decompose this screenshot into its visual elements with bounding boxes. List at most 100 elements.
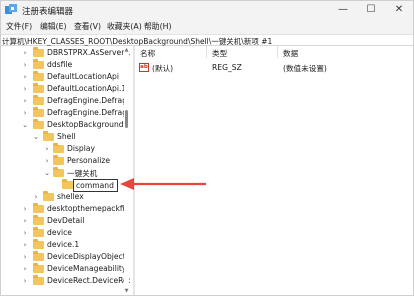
tree-item-one-click-shutdown[interactable]: ⌄ 一键关机 (0, 167, 124, 179)
scroll-up-icon[interactable]: ▲ (124, 47, 129, 53)
folder-icon (33, 227, 44, 237)
pane-splitter[interactable] (133, 46, 135, 296)
tree-item-label: DefragEngine.Defrag (47, 96, 128, 105)
collapse-chevron-icon[interactable]: ⌄ (32, 131, 40, 143)
folder-icon (43, 191, 54, 201)
rename-key-input[interactable]: command (73, 179, 118, 192)
folder-icon (33, 251, 44, 261)
address-bar[interactable]: 计算机\HKEY_CLASSES_ROOT\DesktopBackground\… (0, 34, 414, 46)
tree-item-label: device (47, 228, 72, 237)
expand-chevron-icon[interactable]: › (43, 155, 51, 167)
string-value-icon: ab (139, 63, 149, 72)
tree-item-label: DeviceRect.DeviceRec (47, 276, 130, 285)
scrollbar-thumb[interactable] (125, 110, 128, 128)
expand-chevron-icon[interactable]: › (21, 263, 29, 275)
collapse-chevron-icon[interactable]: ⌄ (43, 167, 51, 179)
collapse-chevron-icon[interactable]: ⌄ (21, 119, 29, 131)
tree-item[interactable]: › DefaultLocationApi (0, 71, 124, 83)
column-divider[interactable] (277, 46, 278, 58)
folder-icon (33, 59, 44, 69)
menu-help[interactable]: 帮助(H) (144, 21, 172, 32)
tree-item[interactable]: › ddsfile (0, 59, 124, 71)
folder-icon (33, 203, 44, 213)
tree-item[interactable]: › DeviceRect.DeviceRec (0, 275, 130, 287)
expand-chevron-icon[interactable]: › (21, 47, 29, 59)
tree-item[interactable]: › desktopthemepackfil (0, 203, 127, 215)
tree-item-label: DefaultLocationApi (47, 72, 119, 81)
tree-item-label: DefaultLocationApi.1 (47, 84, 127, 93)
folder-icon (33, 83, 44, 93)
menu-edit[interactable]: 编辑(E) (40, 21, 67, 32)
menu-bar: 文件(F) 编辑(E) 查看(V) 收藏夹(A) 帮助(H) (0, 20, 414, 34)
tree-item[interactable]: › DeviceDisplayObject (0, 251, 126, 263)
folder-icon (33, 215, 44, 225)
tree-scrollbar[interactable]: ▲ ▼ (124, 46, 129, 296)
folder-icon (43, 131, 54, 141)
tree-item-label: Display (67, 144, 95, 153)
tree-item[interactable]: › DeviceManageability (0, 263, 127, 275)
rename-key-text[interactable]: command (76, 181, 114, 190)
tree-item-label: 一键关机 (67, 169, 98, 178)
tree-item-label: Shell (57, 132, 76, 141)
column-divider[interactable] (206, 46, 207, 58)
tree-item-label: ddsfile (47, 60, 73, 69)
values-pane[interactable]: 名称 类型 数据 ab (默认) REG_SZ (数值未设置) (136, 46, 414, 296)
expand-chevron-icon[interactable]: › (21, 107, 29, 119)
tree-item[interactable]: › device.1 (0, 239, 124, 251)
expand-chevron-icon[interactable]: › (21, 83, 29, 95)
tree-item[interactable]: › DevDetail (0, 215, 124, 227)
value-type: REG_SZ (212, 63, 242, 72)
expand-chevron-icon[interactable]: › (21, 59, 29, 71)
folder-icon (33, 95, 44, 105)
expand-chevron-icon[interactable]: › (21, 239, 29, 251)
expand-chevron-icon[interactable]: › (21, 227, 29, 239)
expand-chevron-icon[interactable]: › (43, 143, 51, 155)
tree-item[interactable]: › DefaultLocationApi.1 (0, 83, 127, 95)
menu-file[interactable]: 文件(F) (6, 21, 32, 32)
tree-item-label: shellex (57, 192, 84, 201)
window-title: 注册表编辑器 (22, 7, 74, 17)
tree-item-label: DeviceManageability (47, 264, 127, 273)
tree-item-label: device.1 (47, 240, 80, 249)
tree-item-display[interactable]: › Display (0, 143, 124, 155)
column-header-name[interactable]: 名称 (140, 48, 155, 59)
tree-item-desktopbackground[interactable]: ⌄ DesktopBackground (0, 119, 124, 131)
tree-item-label: DefragEngine.Defrag (47, 108, 128, 117)
folder-icon (33, 275, 44, 285)
expand-chevron-icon[interactable]: › (21, 251, 29, 263)
tree-item-shell[interactable]: ⌄ Shell (0, 131, 124, 143)
regedit-app-icon (5, 4, 17, 14)
expand-chevron-icon[interactable]: › (21, 95, 29, 107)
expand-chevron-icon[interactable]: › (32, 191, 40, 203)
folder-icon (53, 167, 64, 177)
maximize-button[interactable]: ☐ (357, 0, 385, 20)
minimize-button[interactable]: — (329, 0, 357, 20)
tree-item-shellex[interactable]: › shellex (0, 191, 124, 203)
column-header-type[interactable]: 类型 (212, 48, 227, 59)
tree-item-label: DesktopBackground (47, 120, 124, 129)
tree-item-label: desktopthemepackfil (47, 204, 127, 213)
tree-item-personalize[interactable]: › Personalize (0, 155, 124, 167)
tree-item[interactable]: › DefragEngine.Defrag (0, 107, 128, 119)
key-tree[interactable]: › DBRSTPRX.AsServer.1 › ddsfile › Defaul… (0, 46, 130, 296)
menu-view[interactable]: 查看(V) (74, 21, 101, 32)
value-row[interactable]: ab (默认) REG_SZ (数值未设置) (136, 62, 414, 74)
folder-icon (33, 71, 44, 81)
folder-icon (33, 239, 44, 249)
expand-chevron-icon[interactable]: › (21, 203, 29, 215)
folder-icon (53, 143, 64, 153)
column-header-data[interactable]: 数据 (283, 48, 298, 59)
expand-chevron-icon[interactable]: › (21, 275, 29, 287)
tree-item[interactable]: › DBRSTPRX.AsServer.1 (0, 47, 130, 59)
expand-chevron-icon[interactable]: › (21, 71, 29, 83)
tree-item-label: DeviceDisplayObject (47, 252, 126, 261)
tree-item[interactable]: › DefragEngine.Defrag (0, 95, 128, 107)
expand-chevron-icon[interactable]: › (21, 215, 29, 227)
tree-item[interactable]: › device (0, 227, 124, 239)
folder-icon (33, 47, 44, 57)
menu-favorites[interactable]: 收藏夹(A) (107, 21, 142, 32)
scroll-down-icon[interactable]: ▼ (124, 288, 129, 294)
tree-item-label: DBRSTPRX.AsServer.1 (47, 48, 130, 57)
folder-icon (33, 107, 44, 117)
close-button[interactable]: ✕ (385, 0, 413, 20)
